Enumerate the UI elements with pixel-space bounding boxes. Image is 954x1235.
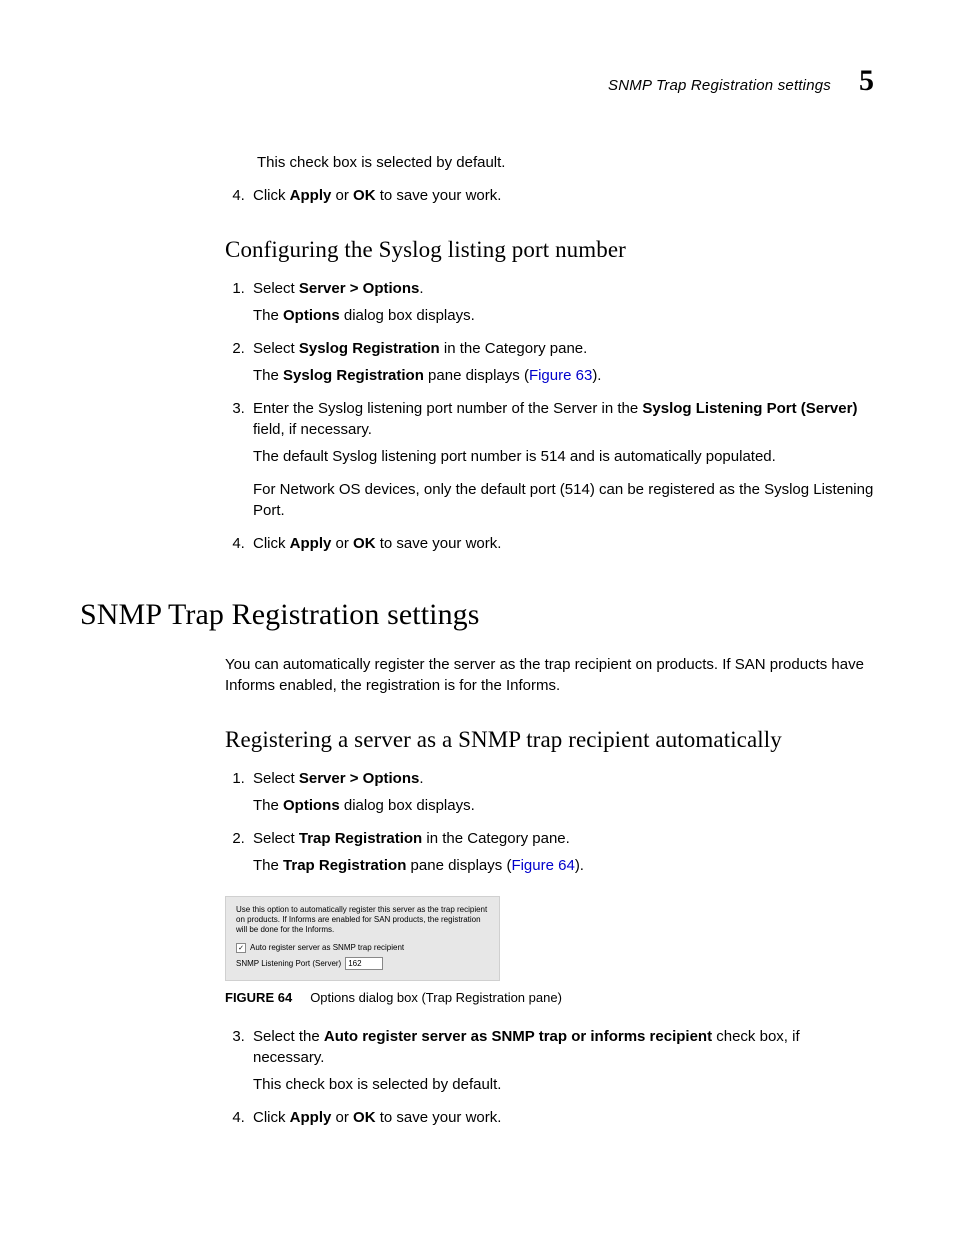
snmp-s1-prefix: Select <box>253 770 299 787</box>
s2-prefix: Select <box>253 340 299 357</box>
snmp-step-2: Select Trap Registration in the Category… <box>249 828 874 876</box>
snmp-s2-body-d: ). <box>575 857 584 874</box>
s2-body-d: ). <box>592 367 601 384</box>
step-suffix: to save your work. <box>376 187 502 204</box>
figure-63-link[interactable]: Figure 63 <box>529 367 592 384</box>
snmp-s2-suffix: in the Category pane. <box>422 830 570 847</box>
figure-checkbox-label: Auto register server as SNMP trap recipi… <box>250 943 404 953</box>
snmp-h1: SNMP Trap Registration settings <box>80 594 874 636</box>
syslog-step-3: Enter the Syslog listening port number o… <box>249 398 874 521</box>
s3-bold: Syslog Listening Port (Server) <box>642 400 857 417</box>
apply-label: Apply <box>290 187 332 204</box>
snmp-s4-or: or <box>331 1109 353 1126</box>
s4-apply: Apply <box>290 535 332 552</box>
page: SNMP Trap Registration settings 5 This c… <box>0 0 954 1235</box>
snmp-s1-bold: Server > Options <box>299 770 419 787</box>
snmp-s4-suffix: to save your work. <box>376 1109 502 1126</box>
snmp-step-3: Select the Auto register server as SNMP … <box>249 1026 874 1095</box>
figure-caption-text: Options dialog box (Trap Registration pa… <box>310 990 562 1005</box>
snmp-s1-body: The Options dialog box displays. <box>253 795 874 816</box>
syslog-section: Configuring the Syslog listing port numb… <box>225 234 874 554</box>
s1-body: The Options dialog box displays. <box>253 305 874 326</box>
or-text: or <box>331 187 353 204</box>
s2-body-a: The <box>253 367 283 384</box>
syslog-step-2: Select Syslog Registration in the Catego… <box>249 338 874 386</box>
snmp-s2-body: The Trap Registration pane displays (Fig… <box>253 855 874 876</box>
snmp-s2-bold: Trap Registration <box>299 830 422 847</box>
snmp-s3-bold: Auto register server as SNMP trap or inf… <box>324 1028 712 1045</box>
figure-label: FIGURE 64 <box>225 990 292 1005</box>
snmp-section: Registering a server as a SNMP trap reci… <box>225 724 874 1127</box>
snmp-s2-prefix: Select <box>253 830 299 847</box>
snmp-step-4: Click Apply or OK to save your work. <box>249 1107 874 1128</box>
snmp-s4-prefix: Click <box>253 1109 290 1126</box>
running-header: SNMP Trap Registration settings 5 <box>80 60 874 102</box>
running-title: SNMP Trap Registration settings <box>608 75 831 96</box>
s2-body-c: pane displays ( <box>424 367 529 384</box>
syslog-step-1: Select Server > Options. The Options dia… <box>249 278 874 326</box>
top-step-4: Click Apply or OK to save your work. <box>249 185 874 206</box>
snmp-s2-body-c: pane displays ( <box>406 857 511 874</box>
snmp-intro: You can automatically register the serve… <box>225 654 874 696</box>
s1-body-a: The <box>253 307 283 324</box>
snmp-s1-body-b: Options <box>283 797 340 814</box>
s1-bold: Server > Options <box>299 280 419 297</box>
snmp-s1-suffix: . <box>419 770 423 787</box>
checkbox-icon: ✓ <box>236 943 246 953</box>
s4-ok: OK <box>353 535 376 552</box>
figure-64-box: Use this option to automatically registe… <box>225 896 500 981</box>
figure-desc: Use this option to automatically registe… <box>236 905 489 935</box>
top-block: This check box is selected by default. C… <box>225 152 874 206</box>
s3-body1: The default Syslog listening port number… <box>253 446 874 467</box>
figure-port-value: 162 <box>345 957 383 970</box>
snmp-s3-body: This check box is selected by default. <box>253 1074 874 1095</box>
snmp-s4-ok: OK <box>353 1109 376 1126</box>
s3-suffix: field, if necessary. <box>253 421 372 438</box>
snmp-h1-wrap: SNMP Trap Registration settings <box>80 594 874 636</box>
syslog-heading: Configuring the Syslog listing port numb… <box>225 234 874 266</box>
s2-bold: Syslog Registration <box>299 340 440 357</box>
s1-body-c: dialog box displays. <box>340 307 475 324</box>
figure-port-row: SNMP Listening Port (Server) 162 <box>236 957 489 970</box>
s2-suffix: in the Category pane. <box>440 340 588 357</box>
syslog-step-4: Click Apply or OK to save your work. <box>249 533 874 554</box>
snmp-s2-body-a: The <box>253 857 283 874</box>
s2-body: The Syslog Registration pane displays (F… <box>253 365 874 386</box>
s3-prefix: Enter the Syslog listening port number o… <box>253 400 642 417</box>
s1-prefix: Select <box>253 280 299 297</box>
figure-port-label: SNMP Listening Port (Server) <box>236 959 341 969</box>
s4-prefix: Click <box>253 535 290 552</box>
s4-or: or <box>331 535 353 552</box>
snmp-h2: Registering a server as a SNMP trap reci… <box>225 724 874 756</box>
s1-body-b: Options <box>283 307 340 324</box>
s3-body2: For Network OS devices, only the default… <box>253 479 874 521</box>
snmp-s1-body-c: dialog box displays. <box>340 797 475 814</box>
precheck-note: This check box is selected by default. <box>257 152 874 173</box>
s4-suffix: to save your work. <box>376 535 502 552</box>
snmp-s4-apply: Apply <box>290 1109 332 1126</box>
snmp-s1-body-a: The <box>253 797 283 814</box>
figure-checkbox-row: ✓ Auto register server as SNMP trap reci… <box>236 943 489 953</box>
step-text: Click <box>253 187 290 204</box>
figure-64-caption: FIGURE 64 Options dialog box (Trap Regist… <box>225 989 874 1007</box>
snmp-s3-prefix: Select the <box>253 1028 324 1045</box>
figure-64-link[interactable]: Figure 64 <box>511 857 574 874</box>
snmp-step-1: Select Server > Options. The Options dia… <box>249 768 874 816</box>
ok-label: OK <box>353 187 376 204</box>
s2-body-b: Syslog Registration <box>283 367 424 384</box>
snmp-s2-body-b: Trap Registration <box>283 857 406 874</box>
chapter-number: 5 <box>859 60 874 102</box>
s1-suffix: . <box>419 280 423 297</box>
